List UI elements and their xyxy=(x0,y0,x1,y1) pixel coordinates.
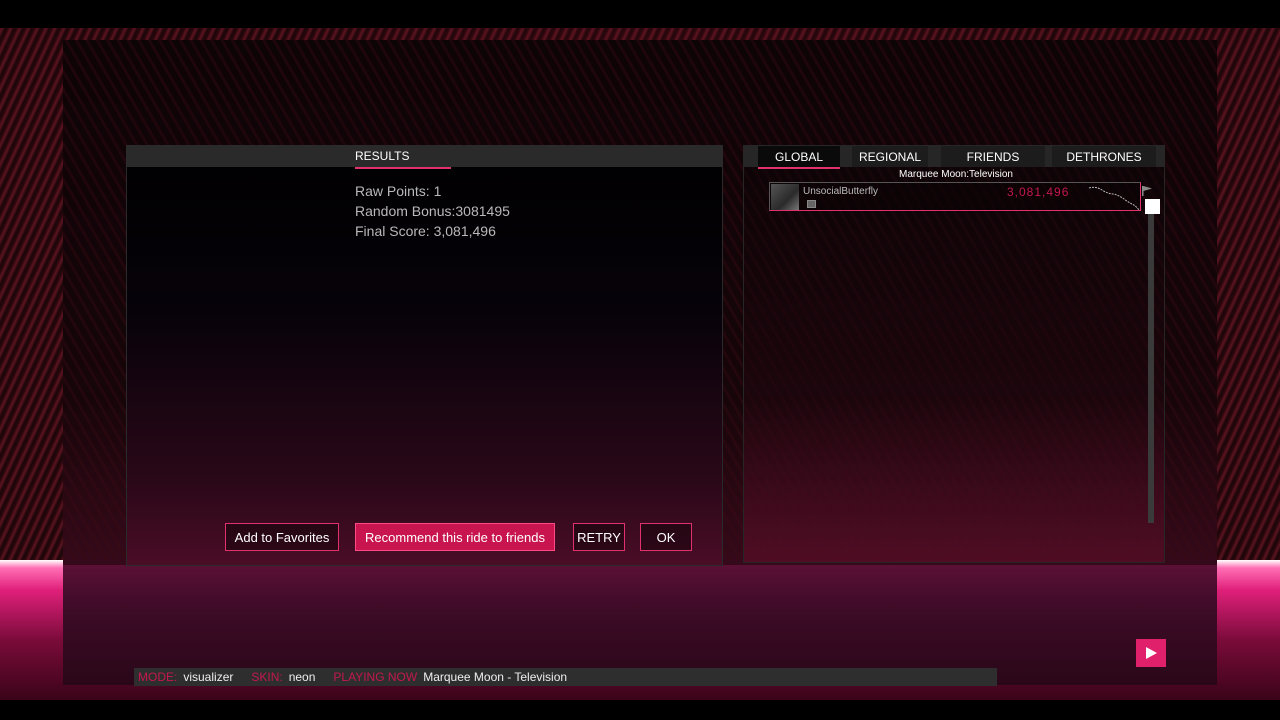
score-summary: Raw Points: 1 Random Bonus:3081495 Final… xyxy=(355,181,510,241)
leaderboard-row[interactable]: UnsocialButterfly 3,081,496 xyxy=(769,182,1141,211)
random-bonus: Random Bonus:3081495 xyxy=(355,203,510,219)
avatar xyxy=(771,184,799,210)
final-score: Final Score: 3,081,496 xyxy=(355,223,496,239)
tab-results-underline xyxy=(355,167,451,169)
tab-results[interactable]: RESULTS xyxy=(355,146,451,169)
flag-icon[interactable] xyxy=(1142,186,1152,196)
player-name: UnsocialButterfly xyxy=(803,186,879,197)
skin-value: neon xyxy=(288,670,316,684)
mode-value: visualizer xyxy=(183,670,234,684)
playing-now-label: PLAYING NOW xyxy=(333,670,418,684)
results-header: RESULTS xyxy=(127,146,722,169)
tab-global[interactable]: GLOBAL xyxy=(758,146,840,169)
tab-results-label: RESULTS xyxy=(355,149,410,163)
add-to-favorites-button[interactable]: Add to Favorites xyxy=(225,523,339,551)
status-bar: MODE: visualizer SKIN: neon PLAYING NOW … xyxy=(134,668,997,686)
ok-button[interactable]: OK xyxy=(640,523,692,551)
tab-regional[interactable]: REGIONAL xyxy=(852,146,928,167)
play-icon xyxy=(1146,647,1157,659)
retry-button[interactable]: RETRY xyxy=(573,523,625,551)
leaderboard-scrollbar[interactable] xyxy=(1148,203,1154,523)
play-button[interactable] xyxy=(1136,639,1166,667)
recommend-button[interactable]: Recommend this ride to friends xyxy=(355,523,555,551)
raw-points: Raw Points: 1 xyxy=(355,183,442,199)
song-title: Marquee Moon:Television xyxy=(899,169,1013,180)
mode-label: MODE: xyxy=(138,670,178,684)
scrollbar-thumb[interactable] xyxy=(1145,199,1160,214)
results-panel: RESULTS Raw Points: 1 Random Bonus:30814… xyxy=(126,145,723,566)
leaderboard-panel: GLOBAL REGIONAL FRIENDS DETHRONES Marque… xyxy=(743,145,1165,563)
playing-now-value: Marquee Moon - Television xyxy=(423,670,568,684)
overlay-floor xyxy=(63,565,1217,685)
tab-dethrones[interactable]: DETHRONES xyxy=(1052,146,1156,167)
player-badge-icon xyxy=(807,200,816,208)
player-score: 3,081,496 xyxy=(1007,185,1070,199)
leaderboard-tabs: GLOBAL REGIONAL FRIENDS DETHRONES xyxy=(744,146,1164,169)
tab-friends[interactable]: FRIENDS xyxy=(941,146,1045,167)
score-sparkline xyxy=(1088,186,1140,210)
skin-label: SKIN: xyxy=(251,670,283,684)
